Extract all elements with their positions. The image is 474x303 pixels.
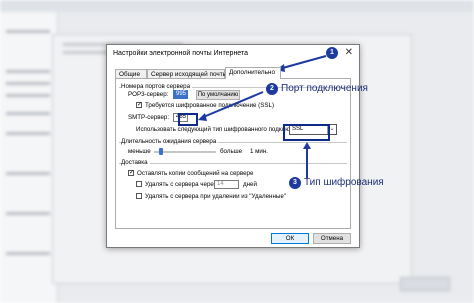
arrow-to-advanced-tab (278, 55, 327, 70)
callout-encryption-type: Тип шифрования (304, 177, 384, 188)
callout-connection-port: Порт подключения (281, 83, 368, 94)
step-1-badge: 1 (326, 47, 338, 59)
step-2-badge: 2 (266, 83, 278, 95)
step-3-badge: 3 (289, 177, 301, 189)
arrow-to-smtp-port (200, 91, 264, 119)
tab-advanced[interactable]: Дополнительно (225, 67, 281, 79)
arrow-head-encryption (303, 142, 311, 149)
arrow-head-smtp-port (198, 113, 207, 121)
annotation-arrows (198, 55, 327, 178)
